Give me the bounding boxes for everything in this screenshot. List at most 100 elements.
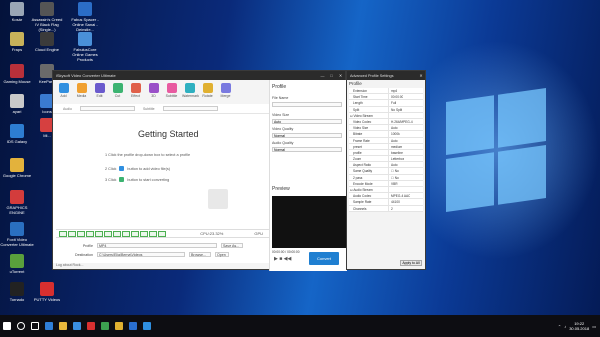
timeline-clip-cell[interactable] [59,230,67,237]
windows-start-icon-glyph [3,322,11,330]
toolbar-button-subtitle[interactable]: Subtitle [164,83,179,98]
subtitle-dropdown[interactable] [162,106,218,111]
toolbar-label: Subtitle [165,94,178,98]
destination-input[interactable]: C:\Users\Elia\Berna\Videos [97,252,185,257]
timeline-clip-cell[interactable] [140,230,148,237]
app-icon [10,32,24,46]
title-bar[interactable]: iSkysoft Video Converter Ultimate — □ ✕ [53,71,345,80]
advanced-profile-heading: Profile [349,81,362,86]
edit-icon [94,83,105,93]
app-icon [10,158,24,172]
property-value: No Split [391,107,403,112]
volume-icon[interactable]: ♪ [564,324,566,329]
network-icon[interactable]: ⌃ [558,324,561,329]
notifications-icon[interactable]: ▭ [592,324,596,329]
video-quality-dropdown[interactable]: Normal [272,133,342,138]
toolbar-button-rotate[interactable]: Rotate [200,83,215,98]
timeline-clip-cell[interactable] [149,230,157,237]
desktop-icon[interactable]: uTorrent [0,254,34,274]
toolbar-label: Merge [220,94,231,98]
desktop-icon[interactable]: Google Chrome [0,158,34,178]
toolbar-button-cut[interactable]: Cut [110,83,125,98]
toolbar-button-watermark[interactable]: Watermark [182,83,199,98]
add-icon [119,166,125,171]
file-explorer-icon[interactable] [56,315,70,337]
app-icon [78,2,92,16]
app-green-icon[interactable] [98,315,112,337]
desktop-icon[interactable]: Assassin's Creed IV Black Flag (Single..… [30,2,64,32]
audio-dropdown[interactable] [79,106,135,111]
toolbar-button-add[interactable]: Add [56,83,71,98]
toolbar-button-merge[interactable]: Merge [218,83,233,98]
desktop-icon[interactable]: PUTTY Videos [30,282,64,302]
property-key: Length [349,100,389,106]
toolbar-button-3d[interactable]: 3D [146,83,161,98]
timeline-clip-cell[interactable] [131,230,139,237]
property-row[interactable]: Channels 2 [349,205,423,212]
property-grid: Extension mp4 Start Time 00:00:00 Length Full… [347,88,425,212]
property-key: Start Time [349,94,389,100]
desktop-icon-label: Tornado [9,297,25,302]
toolbar-button-effect[interactable]: Effect [128,83,143,98]
search-icon[interactable] [14,315,28,337]
advanced-title-bar[interactable]: Advanced Profile Settings ✕ [347,71,425,80]
desktop-icon-label: Assassin's Creed IV Black Flag (Single..… [31,17,63,32]
open-button[interactable]: Open [215,252,229,257]
desktop-icon[interactable]: Tornado [0,282,34,302]
desktop-icon-label: Fabus Spacer - Online Sanai - Deinstle..… [71,17,99,32]
property-key: ⊟ Video Stream [349,112,389,118]
edge-icon[interactable] [42,315,56,337]
getting-started-title: Getting Started [138,129,199,139]
convert-button[interactable]: Convert [309,252,339,265]
property-value: ☐ No [391,169,399,174]
close-button[interactable]: ✕ [336,73,345,78]
desktop-icon[interactable]: GRAPHICS ENGINE [0,190,34,215]
browse-button[interactable]: Browse... [189,252,211,257]
timeline-clip-cell[interactable] [158,230,166,237]
toolbar-button-edit[interactable]: Edit [92,83,107,98]
desktop-icon[interactable]: Foxit Video Converter Ultimate [0,222,34,247]
profile-select[interactable]: MP4 [97,243,217,248]
audio-quality-dropdown[interactable]: Normal [272,147,342,152]
desktop-icon[interactable]: ayari [0,94,34,114]
timeline-clip-cell[interactable] [122,230,130,237]
timeline-clip-cell[interactable] [86,230,94,237]
timeline-clip-cell[interactable] [68,230,76,237]
timeline-clip-cell[interactable] [77,230,85,237]
apply-to-all-button[interactable]: Apply to All [400,260,422,266]
app-blue-icon[interactable] [126,315,140,337]
desktop-icon[interactable]: Fraps [0,32,34,52]
desktop-icon[interactable]: FabulusCore Online Games Products [68,32,102,62]
profile-side-panel: Profile File Name Video Size Auto Video … [269,80,347,271]
desktop-icon[interactable]: Gaming Mouse [0,64,34,84]
step-3: 3 Click button to start converting [105,177,169,182]
windows-start-icon[interactable] [0,315,14,337]
close-icon[interactable]: ✕ [417,73,425,78]
clip-timeline[interactable]: CPU:23.32% GPU [56,229,269,238]
chrome-icon[interactable] [112,315,126,337]
getting-started-area: Getting Started 1 Click the profile drop… [53,115,269,225]
app-red-icon[interactable] [84,315,98,337]
toolbar-button-media[interactable]: Media [74,83,89,98]
save-as-button[interactable]: Save As... [221,243,243,248]
desktop-icon[interactable]: IDS Galaxy [0,124,34,144]
video-size-dropdown[interactable]: Auto [272,119,342,124]
cut-icon [112,83,123,93]
minimize-button[interactable]: — [318,73,327,78]
app-icon [40,2,54,16]
desktop-icon[interactable]: Kosár [0,2,34,22]
play-button[interactable]: ▶ ■ ◀◀ [274,256,291,262]
timeline-clip-cell[interactable] [104,230,112,237]
step-2-suffix: button to add video file(s) [127,166,171,171]
store-icon[interactable] [70,315,84,337]
clock[interactable]: 19:22 30.05.2018 [569,321,589,331]
maximize-button[interactable]: □ [327,73,336,78]
gpu-label: GPU [254,231,263,236]
timeline-clip-cell[interactable] [113,230,121,237]
task-view-icon[interactable] [28,315,42,337]
timeline-clip-cell[interactable] [95,230,103,237]
file-name-input[interactable] [272,102,342,107]
desktop-icon[interactable]: Fabus Spacer - Online Sanai - Deinstle..… [68,2,102,32]
video-converter-icon[interactable] [140,315,154,337]
desktop-icon[interactable]: Cloud Engine [30,32,64,52]
